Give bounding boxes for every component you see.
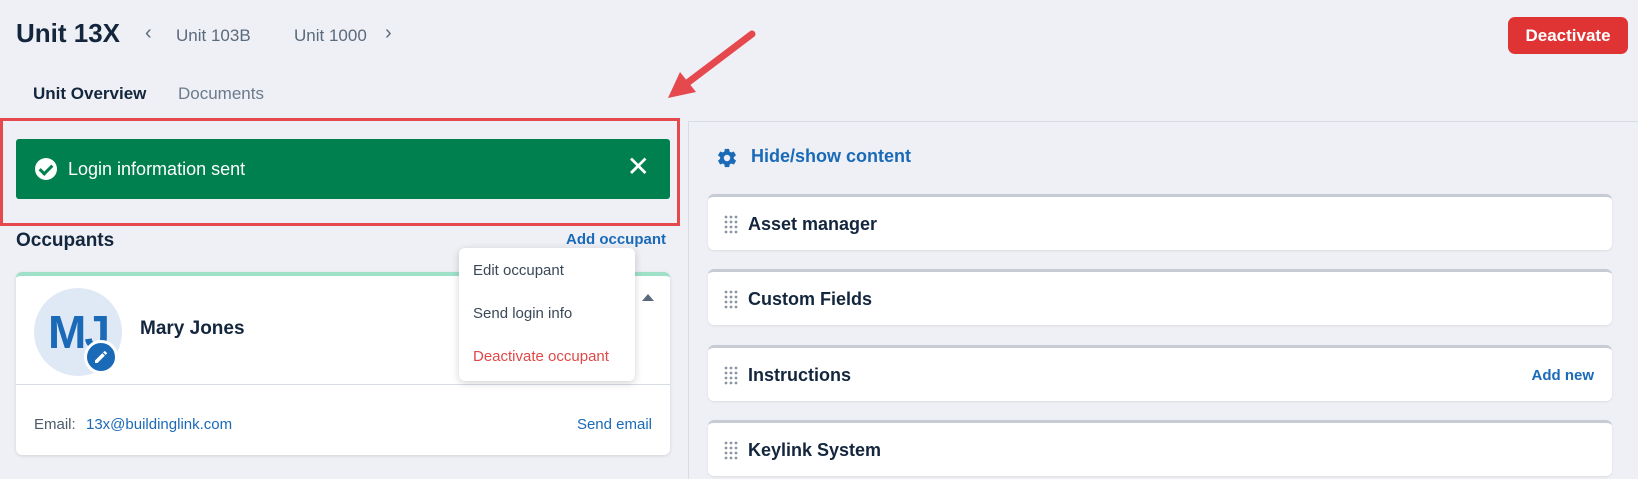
menu-item-deactivate-occupant[interactable]: Deactivate occupant (473, 348, 609, 365)
occupant-name: Mary Jones (140, 318, 245, 339)
section-title: Asset manager (748, 214, 878, 234)
active-tab-indicator (16, 118, 160, 121)
section-instructions[interactable]: Instructions Add new (708, 345, 1612, 401)
section-keylink-system[interactable]: Keylink System (708, 420, 1612, 476)
section-title: Instructions (748, 365, 852, 385)
prev-unit-link[interactable]: Unit 103B (176, 26, 251, 46)
page-title: Unit 13X (16, 18, 121, 48)
menu-item-send-login-info[interactable]: Send login info (473, 305, 572, 322)
chevron-right-icon[interactable]: › (385, 22, 392, 45)
tab-unit-overview[interactable]: Unit Overview (33, 84, 146, 104)
check-circle-icon (35, 158, 57, 180)
section-title: Keylink System (748, 440, 882, 460)
email-label: Email: (34, 416, 76, 433)
deactivate-button[interactable]: Deactivate (1508, 17, 1628, 54)
toast-message: Login information sent (68, 159, 246, 179)
next-unit-link[interactable]: Unit 1000 (294, 26, 367, 46)
pencil-icon (95, 350, 108, 363)
occupant-actions-menu: Edit occupant Send login info Deactivate… (459, 248, 635, 381)
send-email-link[interactable]: Send email (577, 416, 652, 433)
gear-icon[interactable] (716, 147, 738, 169)
email-link[interactable]: 13x@buildinglink.com (86, 416, 232, 433)
hide-show-content-link[interactable]: Hide/show content (751, 146, 911, 167)
success-toast: Login information sent ✕ (16, 139, 670, 199)
close-icon[interactable]: ✕ (627, 153, 650, 181)
divider (16, 384, 670, 385)
section-title: Custom Fields (748, 289, 873, 309)
chevron-left-icon[interactable]: ‹ (145, 22, 152, 45)
drag-handle-icon[interactable] (724, 215, 738, 235)
drag-handle-icon[interactable] (724, 441, 738, 461)
section-asset-manager[interactable]: Asset manager (708, 194, 1612, 250)
drag-handle-icon[interactable] (724, 366, 738, 386)
section-custom-fields[interactable]: Custom Fields (708, 269, 1612, 325)
menu-item-edit-occupant[interactable]: Edit occupant (473, 262, 564, 279)
page-header: Unit 13X ‹ Unit 103B Unit 1000 › Deactiv… (0, 0, 1638, 72)
collapse-caret-icon[interactable] (642, 294, 654, 301)
annotation-arrow-icon (668, 30, 756, 98)
drag-handle-icon[interactable] (724, 290, 738, 310)
add-occupant-link[interactable]: Add occupant (566, 231, 666, 248)
tab-documents[interactable]: Documents (178, 84, 264, 104)
add-new-instruction-link[interactable]: Add new (1532, 367, 1595, 384)
edit-avatar-button[interactable] (84, 340, 118, 374)
occupants-heading: Occupants (16, 230, 115, 251)
